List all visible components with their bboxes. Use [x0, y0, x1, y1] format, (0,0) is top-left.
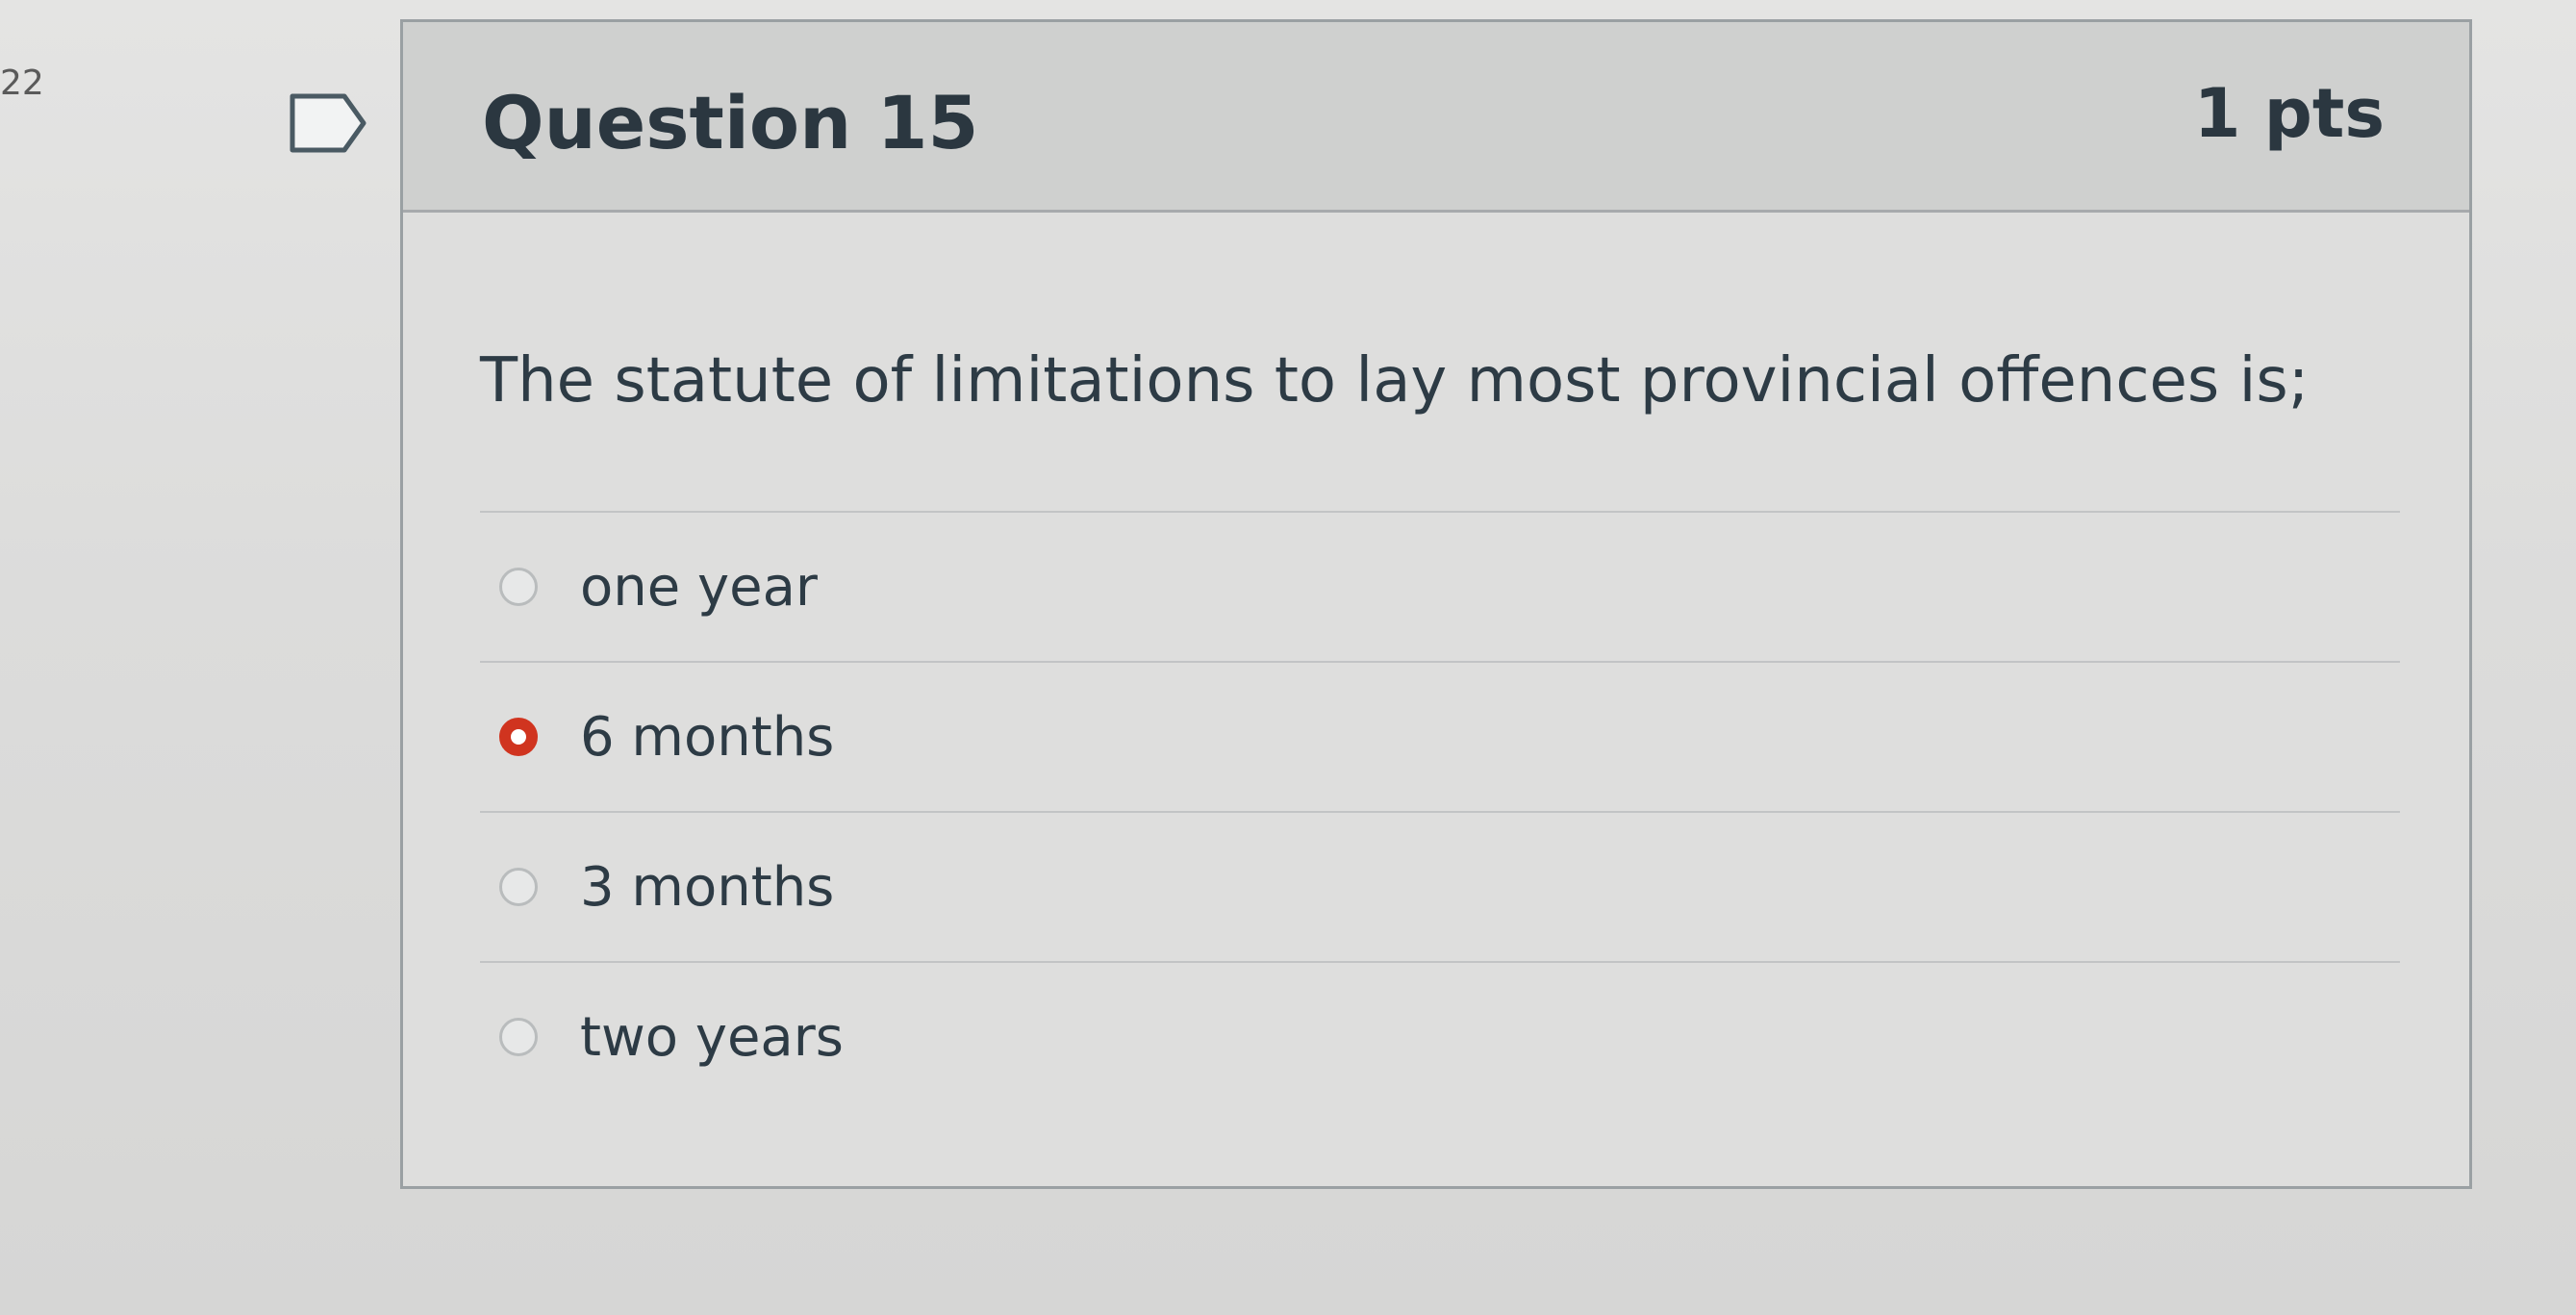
- answer-option[interactable]: one year: [480, 511, 2400, 661]
- page-side-number: 22: [0, 63, 44, 103]
- answer-label[interactable]: 3 months: [580, 856, 834, 919]
- question-text: The statute of limitations to lay most p…: [480, 345, 2310, 417]
- answer-label[interactable]: one year: [580, 556, 818, 619]
- flag-question-button[interactable]: [289, 92, 369, 154]
- answer-option[interactable]: two years: [480, 961, 2400, 1111]
- radio-button[interactable]: [499, 1018, 538, 1056]
- answer-option[interactable]: 6 months: [480, 661, 2400, 811]
- answer-label[interactable]: two years: [580, 1006, 844, 1069]
- question-card: Question 15 1 pts The statute of limitat…: [400, 19, 2472, 1189]
- answer-option[interactable]: 3 months: [480, 811, 2400, 961]
- question-points: 1 pts: [2193, 74, 2385, 153]
- question-header: Question 15 1 pts: [403, 22, 2469, 213]
- bookmark-flag-icon: [290, 93, 366, 153]
- radio-button[interactable]: [499, 568, 538, 606]
- question-title: Question 15: [482, 80, 979, 165]
- answer-label[interactable]: 6 months: [580, 706, 834, 769]
- radio-button[interactable]: [499, 718, 538, 756]
- radio-button[interactable]: [499, 868, 538, 906]
- answer-list: one year 6 months 3 months two years: [480, 511, 2400, 1111]
